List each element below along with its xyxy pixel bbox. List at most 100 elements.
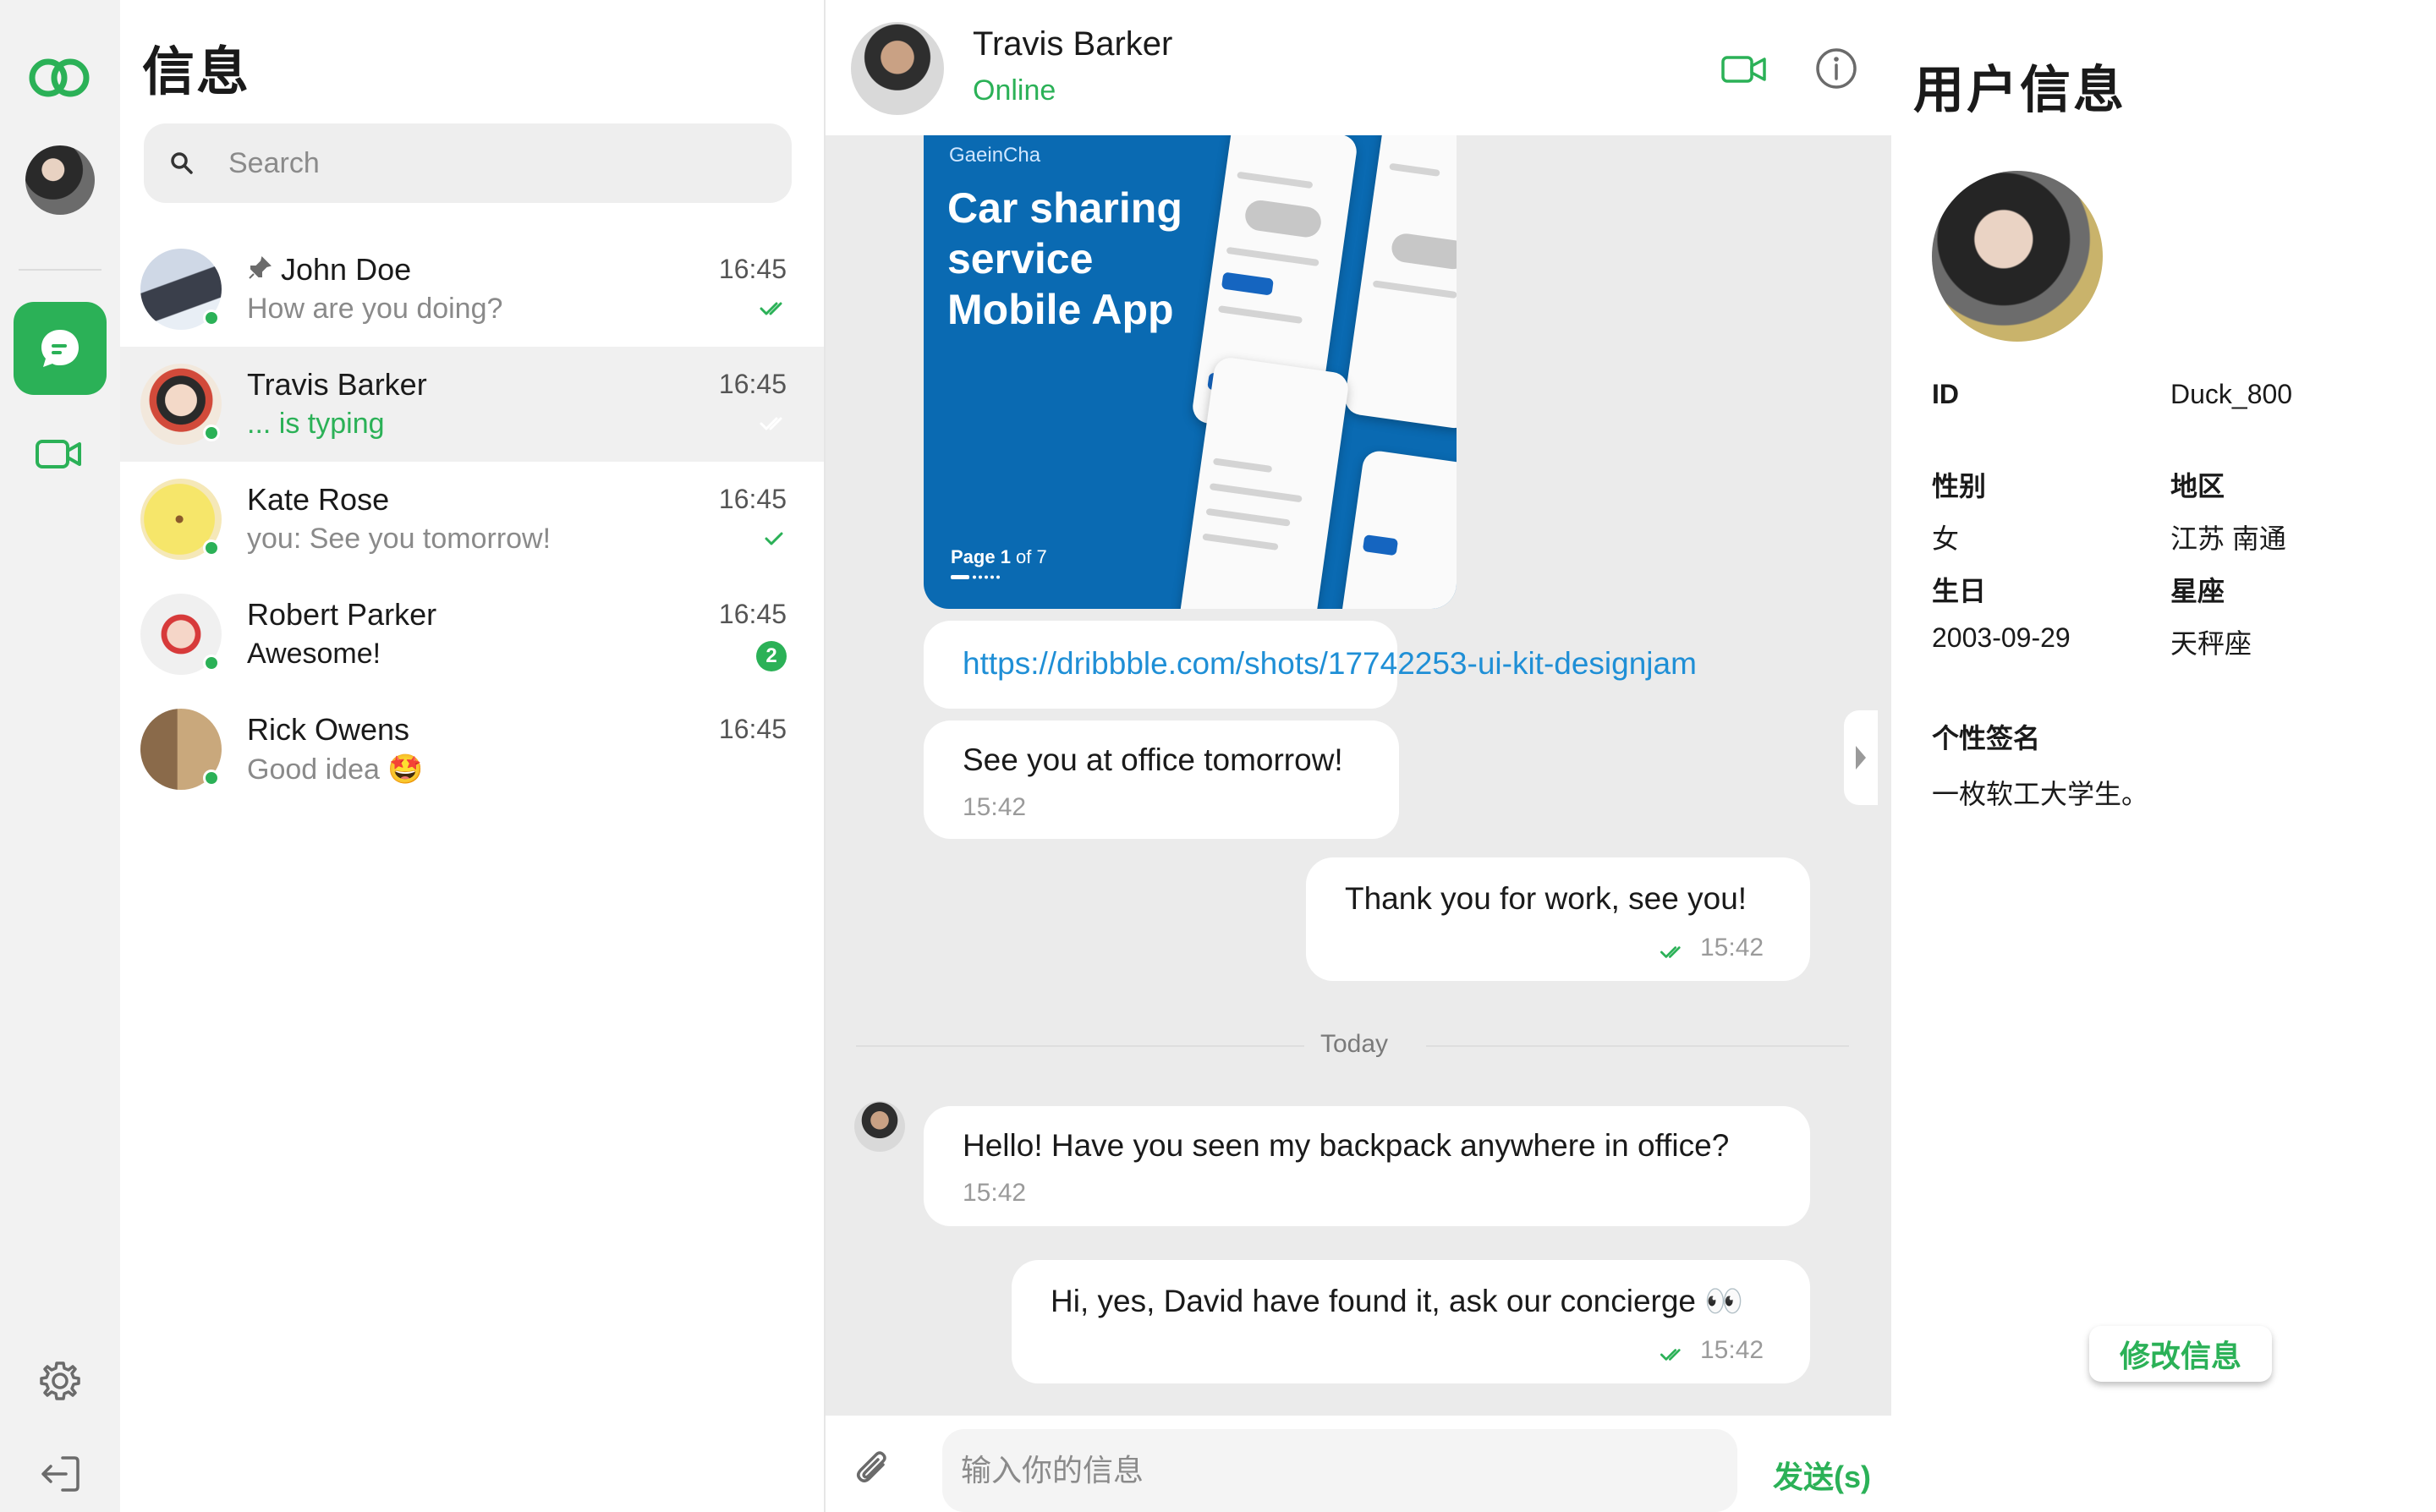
message-text: See you at office tomorrow! <box>963 742 1343 777</box>
conversation-list-panel: 信息 John Doe How are you doing? 16:45 <box>120 0 826 1512</box>
region-value: 江苏 南通 <box>2170 523 2286 554</box>
page-current: Page 1 <box>951 546 1011 567</box>
conversation-time: 16:45 <box>718 599 787 629</box>
contact-avatar[interactable] <box>851 22 944 115</box>
messenger-app: 信息 John Doe How are you doing? 16:45 <box>0 0 2436 1512</box>
image-title: Car sharing service Mobile App <box>947 184 1182 333</box>
edit-profile-button[interactable]: 修改信息 <box>2089 1326 2272 1382</box>
contact-name: Travis Barker <box>973 25 1173 63</box>
gender-label: 性别 <box>1932 471 1987 501</box>
typing-indicator: ... is typing <box>247 408 385 440</box>
conversation-item[interactable]: Robert Parker Awesome! 16:45 2 <box>120 577 824 692</box>
rail-divider <box>19 269 102 271</box>
sender-avatar <box>854 1101 905 1152</box>
mockup-phone <box>1342 135 1457 430</box>
user-info-panel: 用户信息 ID Duck_800 性别 地区 女 江苏 南通 生日 星座 200… <box>1891 0 2436 1512</box>
page-progress-dots <box>951 575 1000 579</box>
double-check-icon <box>1660 1349 1681 1361</box>
info-icon[interactable] <box>1813 46 1859 91</box>
conversation-item[interactable]: John Doe How are you doing? 16:45 <box>120 232 824 347</box>
conversation-item[interactable]: Rick Owens Good idea 🤩 16:45 <box>120 692 824 807</box>
message-time: 15:42 <box>1700 934 1764 961</box>
date-divider: Today <box>826 1030 1891 1060</box>
region-label: 地区 <box>2170 471 2225 501</box>
my-avatar[interactable] <box>25 145 95 215</box>
id-label: ID <box>1932 379 1959 409</box>
signature-label: 个性签名 <box>1932 723 2041 753</box>
conversation-preview: How are you doing? <box>247 293 503 325</box>
gender-value: 女 <box>1932 523 1960 554</box>
conversation-preview: you: See you tomorrow! <box>247 523 551 555</box>
pin-icon <box>249 256 272 279</box>
video-call-icon[interactable] <box>1720 51 1768 88</box>
collapse-profile-button[interactable] <box>1844 710 1878 805</box>
double-check-icon <box>760 417 782 430</box>
profile-title: 用户信息 <box>1913 62 2126 118</box>
message-input[interactable] <box>961 1453 1705 1488</box>
image-message[interactable]: GaeinCha Car sharing service Mobile App … <box>924 135 1457 609</box>
message-time: 15:42 <box>963 1179 1027 1207</box>
chevron-right-icon <box>1856 746 1866 770</box>
message-time: 15:42 <box>963 793 1027 821</box>
signature-value: 一枚软工大学生。 <box>1932 779 2149 809</box>
contact-status: Online <box>973 74 1056 107</box>
search-icon <box>171 152 193 174</box>
zodiac-value: 天秤座 <box>2170 628 2252 659</box>
message-time: 15:42 <box>1700 1336 1764 1364</box>
conversation-time: 16:45 <box>718 254 787 284</box>
incoming-message-bubble: Hello! Have you seen my backpack anywher… <box>924 1106 1810 1226</box>
chats-nav-button[interactable] <box>14 302 107 395</box>
video-call-nav-icon[interactable] <box>34 433 85 475</box>
date-divider-label: Today <box>1320 1030 1389 1058</box>
double-check-icon <box>760 302 782 315</box>
birthday-label: 生日 <box>1932 576 1987 606</box>
logout-icon[interactable] <box>37 1451 83 1497</box>
image-brand: GaeinCha <box>949 144 1041 167</box>
settings-gear-icon[interactable] <box>37 1358 83 1404</box>
search-input[interactable] <box>228 146 736 180</box>
conversation-item[interactable]: Travis Barker ... is typing 16:45 <box>120 347 824 462</box>
attachment-icon[interactable] <box>854 1448 892 1488</box>
chat-header: Travis Barker Online <box>826 0 1891 135</box>
conversation-name: Travis Barker <box>247 367 427 402</box>
message-text: Thank you for work, see you! <box>1345 881 1747 916</box>
chat-panel: Travis Barker Online GaeinCha Car sharin… <box>826 0 1891 1512</box>
search-box[interactable] <box>144 123 792 203</box>
birthday-value: 2003-09-29 <box>1932 622 2071 653</box>
mockup-phone <box>1329 449 1457 609</box>
message-text: Hi, yes, David have found it, ask our co… <box>1051 1284 1744 1318</box>
message-link[interactable]: https://dribbble.com/shots/17742253-ui-k… <box>963 646 1697 682</box>
online-indicator <box>203 655 220 671</box>
outgoing-message-bubble: Thank you for work, see you! 15:42 <box>1306 857 1810 981</box>
conversation-name: John Doe <box>281 252 412 287</box>
conversation-name: Rick Owens <box>247 712 410 747</box>
conversation-time: 16:45 <box>718 369 787 399</box>
zodiac-label: 星座 <box>2170 576 2225 606</box>
image-page-indicator: Page 1 of 7 <box>951 546 1047 568</box>
id-value: Duck_800 <box>2170 379 2293 409</box>
page-total: of 7 <box>1010 546 1047 567</box>
conversation-preview: Good idea 🤩 <box>247 753 424 786</box>
online-indicator <box>203 425 220 441</box>
online-indicator <box>203 540 220 556</box>
message-composer: 发送(s) <box>826 1416 1891 1512</box>
check-icon <box>765 532 783 545</box>
conversation-time: 16:45 <box>718 714 787 744</box>
page-title: 信息 <box>142 43 251 101</box>
message-input-box[interactable] <box>942 1429 1737 1512</box>
outgoing-message-bubble: Hi, yes, David have found it, ask our co… <box>1012 1260 1810 1383</box>
nav-rail <box>0 0 120 1512</box>
link-message-bubble[interactable]: https://dribbble.com/shots/17742253-ui-k… <box>924 621 1697 709</box>
double-check-icon <box>1660 946 1681 958</box>
chat-bubble-icon <box>41 330 79 367</box>
conversation-item[interactable]: Kate Rose you: See you tomorrow! 16:45 <box>120 462 824 577</box>
unread-badge: 2 <box>756 641 787 671</box>
send-button[interactable]: 发送(s) <box>1773 1453 1871 1497</box>
conversation-time: 16:45 <box>718 484 787 514</box>
double-ring-logo-icon <box>29 58 90 97</box>
online-indicator <box>203 310 220 326</box>
conversation-name: Kate Rose <box>247 482 390 517</box>
conversation-preview: Awesome! <box>247 638 381 670</box>
online-indicator <box>203 770 220 786</box>
message-text: Hello! Have you seen my backpack anywher… <box>963 1128 1730 1163</box>
